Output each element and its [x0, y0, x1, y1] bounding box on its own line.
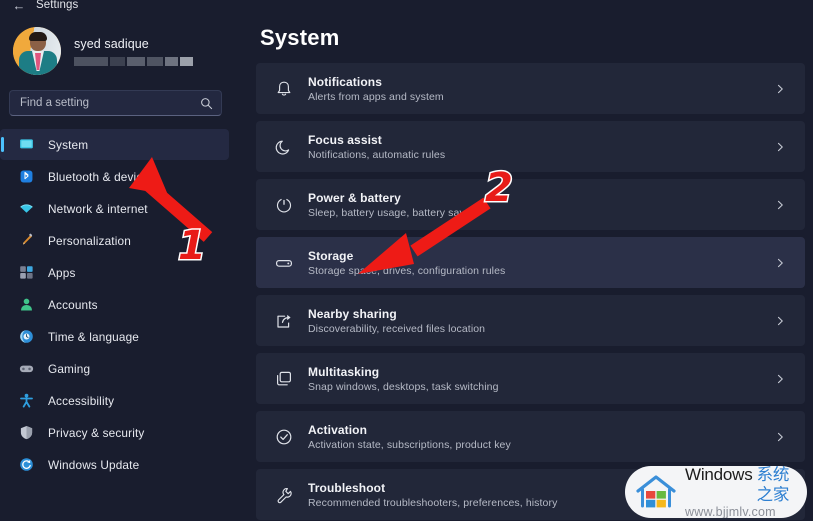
- profile-block[interactable]: syed sadique: [0, 14, 238, 78]
- profile-name: syed sadique: [74, 36, 149, 51]
- chevron-right-icon[interactable]: [771, 138, 789, 156]
- search-input[interactable]: [20, 97, 200, 109]
- settings-row-subtitle: Snap windows, desktops, task switching: [308, 380, 499, 393]
- clock-globe-icon: [18, 328, 35, 345]
- shield-icon: [18, 424, 35, 441]
- check-circle-icon: [273, 426, 295, 448]
- watermark-brand-en: Windows: [685, 466, 753, 484]
- sidebar-item-label: Windows Update: [48, 457, 140, 472]
- settings-row-subtitle: Alerts from apps and system: [308, 90, 444, 103]
- settings-row-nearby-sharing[interactable]: Nearby sharing Discoverability, received …: [256, 295, 805, 346]
- settings-row-subtitle: Notifications, automatic rules: [308, 148, 446, 161]
- settings-row-storage[interactable]: Storage Storage space, drives, configurat…: [256, 237, 805, 288]
- monitor-icon: [18, 136, 35, 153]
- sidebar-item-label: Gaming: [48, 361, 91, 376]
- avatar: [13, 27, 61, 75]
- moon-icon: [273, 136, 295, 158]
- sidebar-item-label: System: [48, 137, 89, 152]
- windows-stack-icon: [273, 368, 295, 390]
- sidebar-nav: System Bluetooth & devices Network & inter…: [0, 129, 238, 480]
- sidebar-item-network-internet[interactable]: Network & internet: [0, 193, 229, 224]
- accessibility-icon: [18, 392, 35, 409]
- search-icon: [200, 97, 213, 110]
- sidebar-item-label: Network & internet: [48, 201, 148, 216]
- sidebar-item-personalization[interactable]: Personalization: [0, 225, 229, 256]
- sidebar-item-label: Personalization: [48, 233, 131, 248]
- sidebar-item-label: Bluetooth & devices: [48, 169, 156, 184]
- settings-row-activation[interactable]: Activation Activation state, subscription…: [256, 411, 805, 462]
- watermark-brand-cn: 系统之家: [756, 466, 790, 504]
- sidebar-item-accessibility[interactable]: Accessibility: [0, 385, 229, 416]
- settings-row-subtitle: Discoverability, received files location: [308, 322, 486, 335]
- sidebar-item-windows-update[interactable]: Windows Update: [0, 449, 229, 480]
- settings-window: ← Settings syed sadique Find a setting S…: [0, 0, 813, 521]
- sidebar-item-gaming[interactable]: Gaming: [0, 353, 229, 384]
- chevron-right-icon[interactable]: [771, 196, 789, 214]
- settings-row-title: Notifications: [308, 74, 382, 89]
- sidebar-item-apps[interactable]: Apps: [0, 257, 229, 288]
- chevron-right-icon[interactable]: [771, 312, 789, 330]
- share-icon: [273, 310, 295, 332]
- chevron-right-icon[interactable]: [771, 254, 789, 272]
- sidebar-item-label: Accounts: [48, 297, 98, 312]
- chevron-right-icon[interactable]: [771, 428, 789, 446]
- gamepad-icon: [18, 360, 35, 377]
- sidebar: syed sadique System Bluetooth & devices Ne…: [0, 0, 238, 521]
- harddrive-icon: [273, 252, 295, 274]
- right-edge-strip: [805, 0, 813, 521]
- bluetooth-icon: [18, 168, 35, 185]
- wrench-icon: [273, 484, 295, 506]
- person-icon: [18, 296, 35, 313]
- settings-row-title: Power & battery: [308, 190, 401, 205]
- bell-icon: [273, 78, 295, 100]
- chevron-right-icon[interactable]: [771, 370, 789, 388]
- wifi-icon: [18, 200, 35, 217]
- page-title: System: [260, 25, 340, 50]
- main-content: System Notifications Alerts from apps and…: [238, 0, 813, 521]
- profile-email-redacted: [74, 56, 193, 66]
- sidebar-item-privacy-security[interactable]: Privacy & security: [0, 417, 229, 448]
- update-refresh-icon: [18, 456, 35, 473]
- sidebar-item-label: Privacy & security: [48, 425, 145, 440]
- settings-row-title: Activation: [308, 422, 368, 437]
- titlebar: ← Settings: [0, 0, 813, 14]
- settings-row-subtitle: Sleep, battery usage, battery saver: [308, 206, 475, 219]
- settings-row-multitasking[interactable]: Multitasking Snap windows, desktops, task…: [256, 353, 805, 404]
- settings-row-title: Multitasking: [308, 364, 380, 379]
- window-title: Settings: [36, 0, 79, 11]
- apps-grid-icon: [18, 264, 35, 281]
- sidebar-item-time-language[interactable]: Time & language: [0, 321, 229, 352]
- sidebar-item-bluetooth-devices[interactable]: Bluetooth & devices: [0, 161, 229, 192]
- house-windows-logo-icon: [634, 472, 678, 512]
- chevron-right-icon[interactable]: [771, 80, 789, 98]
- settings-row-power-battery[interactable]: Power & battery Sleep, battery usage, bat…: [256, 179, 805, 230]
- watermark-url: www.bjjmlv.com: [685, 505, 776, 518]
- sidebar-item-label: Accessibility: [48, 393, 115, 408]
- settings-row-title: Nearby sharing: [308, 306, 397, 321]
- settings-row-title: Storage: [308, 248, 354, 263]
- watermark: Windows 系统之家 www.bjjmlv.com: [625, 466, 807, 518]
- sidebar-item-label: Time & language: [48, 329, 139, 344]
- settings-row-title: Focus assist: [308, 132, 382, 147]
- power-icon: [273, 194, 295, 216]
- settings-row-focus-assist[interactable]: Focus assist Notifications, automatic rul…: [256, 121, 805, 172]
- sidebar-item-label: Apps: [48, 265, 76, 280]
- settings-row-subtitle: Storage space, drives, configuration rul…: [308, 264, 506, 277]
- settings-row-subtitle: Activation state, subscriptions, product…: [308, 438, 511, 451]
- sidebar-item-system[interactable]: System: [0, 129, 229, 160]
- paintbrush-icon: [18, 232, 35, 249]
- back-arrow-icon[interactable]: ←: [12, 0, 26, 13]
- search-box[interactable]: [9, 90, 222, 116]
- sidebar-item-accounts[interactable]: Accounts: [0, 289, 229, 320]
- settings-row-notifications[interactable]: Notifications Alerts from apps and system: [256, 63, 805, 114]
- settings-list: Notifications Alerts from apps and system…: [256, 63, 805, 520]
